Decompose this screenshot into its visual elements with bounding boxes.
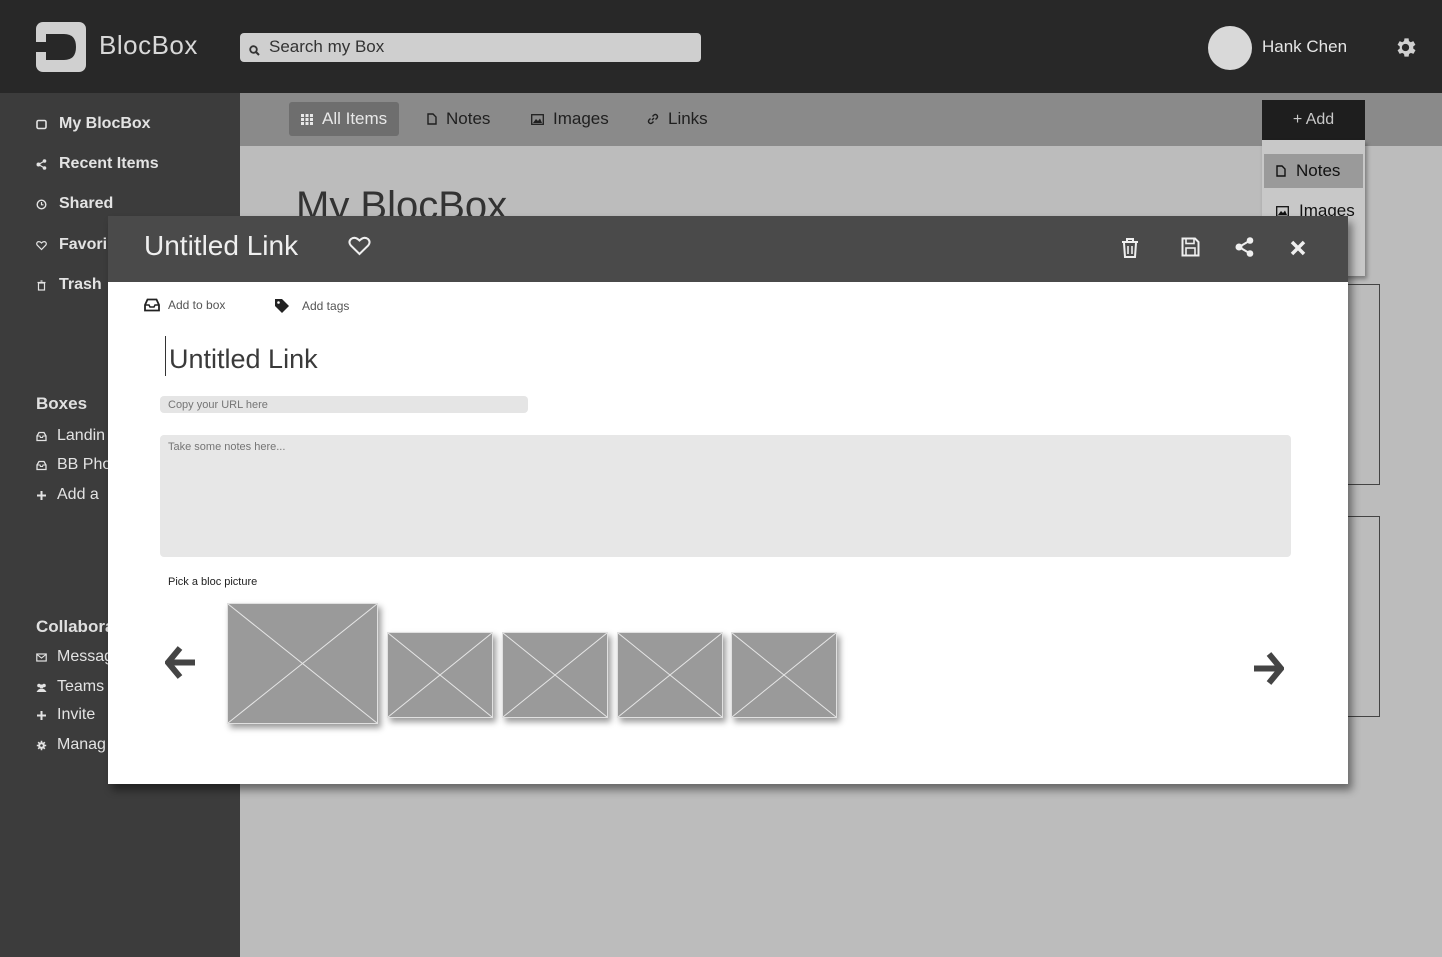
favorite-heart-icon[interactable] <box>348 236 371 260</box>
modal-header: Untitled Link <box>108 216 1348 282</box>
cog-icon <box>36 740 47 750</box>
box-icon <box>36 119 47 129</box>
sidebar-item-trash[interactable]: Trash <box>36 276 102 294</box>
inbox-icon <box>36 460 47 470</box>
add-tags-action[interactable]: Add tags <box>274 298 349 314</box>
arrow-right-icon[interactable] <box>1253 651 1285 690</box>
sidebar-item-label: Recent Items <box>59 155 159 172</box>
document-icon <box>1276 165 1286 177</box>
sidebar-item-label: Add a <box>57 486 99 503</box>
sidebar-manage[interactable]: Manag <box>36 736 106 754</box>
search-input[interactable]: Search my Box <box>240 33 701 62</box>
tab-label: Notes <box>446 109 491 128</box>
inbox-icon <box>36 431 47 441</box>
tab-links[interactable]: Links <box>647 102 708 136</box>
pick-picture-label: Pick a bloc picture <box>168 576 258 588</box>
heart-icon <box>36 240 47 250</box>
link-editor-modal: Untitled Link Add to box Add tags Untitl… <box>108 216 1348 784</box>
link-icon <box>647 113 659 125</box>
tag-icon <box>275 299 289 313</box>
inbox-icon <box>144 298 160 312</box>
modal-title: Untitled Link <box>144 230 299 261</box>
sidebar-item-label: Teams <box>57 678 105 695</box>
sidebar-item-label: Shared <box>59 195 114 212</box>
sidebar-messages[interactable]: Messag <box>36 648 113 666</box>
notes-textarea[interactable] <box>160 435 1291 557</box>
gear-icon[interactable] <box>1393 35 1418 64</box>
tab-label: Images <box>553 109 609 128</box>
link-title-input[interactable]: Untitled Link <box>169 344 318 375</box>
users-icon <box>36 683 47 692</box>
background-card <box>1348 516 1380 717</box>
boxes-heading: Boxes <box>36 394 88 413</box>
avatar[interactable] <box>1208 26 1252 70</box>
plus-icon <box>37 490 46 500</box>
sidebar-box-bb-photos[interactable]: BB Pho <box>36 456 111 474</box>
bloc-picture-thumbnail[interactable] <box>227 603 378 724</box>
add-button[interactable]: + Add <box>1262 100 1365 140</box>
arrow-left-icon[interactable] <box>164 645 196 684</box>
grid-icon <box>301 113 313 125</box>
text-cursor <box>165 336 166 376</box>
sidebar-item-label: Landin <box>57 427 106 444</box>
share-icon <box>36 158 47 170</box>
tab-notes[interactable]: Notes <box>427 102 490 136</box>
sidebar-item-label: Favori <box>59 236 108 253</box>
bloc-picture-thumbnail[interactable] <box>502 632 608 718</box>
save-floppy-icon[interactable] <box>1181 237 1200 261</box>
bloc-picture-thumbnail[interactable] <box>387 632 493 718</box>
plus-icon <box>37 710 46 720</box>
logo-icon[interactable] <box>36 22 86 72</box>
app-name[interactable]: BlocBox <box>99 30 198 61</box>
url-input[interactable] <box>160 396 528 413</box>
sidebar-item-label: My BlocBox <box>59 115 151 132</box>
tab-images[interactable]: Images <box>531 102 609 136</box>
bloc-picture-thumbnail[interactable] <box>731 632 837 718</box>
sidebar-box-landing[interactable]: Landin <box>36 427 105 445</box>
sidebar-item-label: Invite <box>57 706 96 723</box>
clock-icon <box>36 198 47 210</box>
sidebar-item-my-blocbox[interactable]: My BlocBox <box>36 115 151 133</box>
collaboration-heading: Collabora <box>36 617 115 636</box>
image-icon <box>531 113 544 125</box>
share-icon[interactable] <box>1235 237 1254 261</box>
sidebar-teams[interactable]: Teams <box>36 678 104 696</box>
user-name[interactable]: Hank Chen <box>1262 37 1347 57</box>
sidebar-item-label: BB Pho <box>57 456 112 473</box>
search-placeholder: Search my Box <box>269 37 385 56</box>
add-menu-item-notes[interactable]: Notes <box>1264 154 1363 188</box>
add-tags-label: Add tags <box>302 299 350 313</box>
tab-all-items[interactable]: All Items <box>289 102 400 136</box>
close-icon[interactable] <box>1290 240 1306 260</box>
document-icon <box>427 113 437 125</box>
envelope-icon <box>36 652 47 662</box>
sidebar-item-recent[interactable]: Recent Items <box>36 155 159 173</box>
tab-label: Links <box>668 109 708 128</box>
sidebar-add-box[interactable]: Add a <box>36 486 99 504</box>
tab-label: All Items <box>322 109 388 128</box>
search-icon <box>249 41 260 60</box>
top-bar: BlocBox Search my Box Hank Chen <box>0 0 1442 93</box>
trash-icon <box>37 279 46 291</box>
add-to-box-label: Add to box <box>168 298 226 312</box>
sidebar-item-label: Messag <box>57 648 114 665</box>
sidebar-invite[interactable]: Invite <box>36 706 95 724</box>
bloc-picture-thumbnail[interactable] <box>617 632 723 718</box>
sidebar-item-label: Manag <box>57 736 106 753</box>
image-icon <box>1276 205 1289 217</box>
background-card <box>1348 284 1380 485</box>
menu-item-label: Notes <box>1296 161 1341 180</box>
sidebar-item-label: Trash <box>59 276 102 293</box>
sidebar-item-favorites[interactable]: Favori <box>36 236 107 254</box>
delete-trash-icon[interactable] <box>1121 237 1139 263</box>
add-to-box-action[interactable]: Add to box <box>144 298 225 312</box>
sidebar-item-shared[interactable]: Shared <box>36 195 113 213</box>
